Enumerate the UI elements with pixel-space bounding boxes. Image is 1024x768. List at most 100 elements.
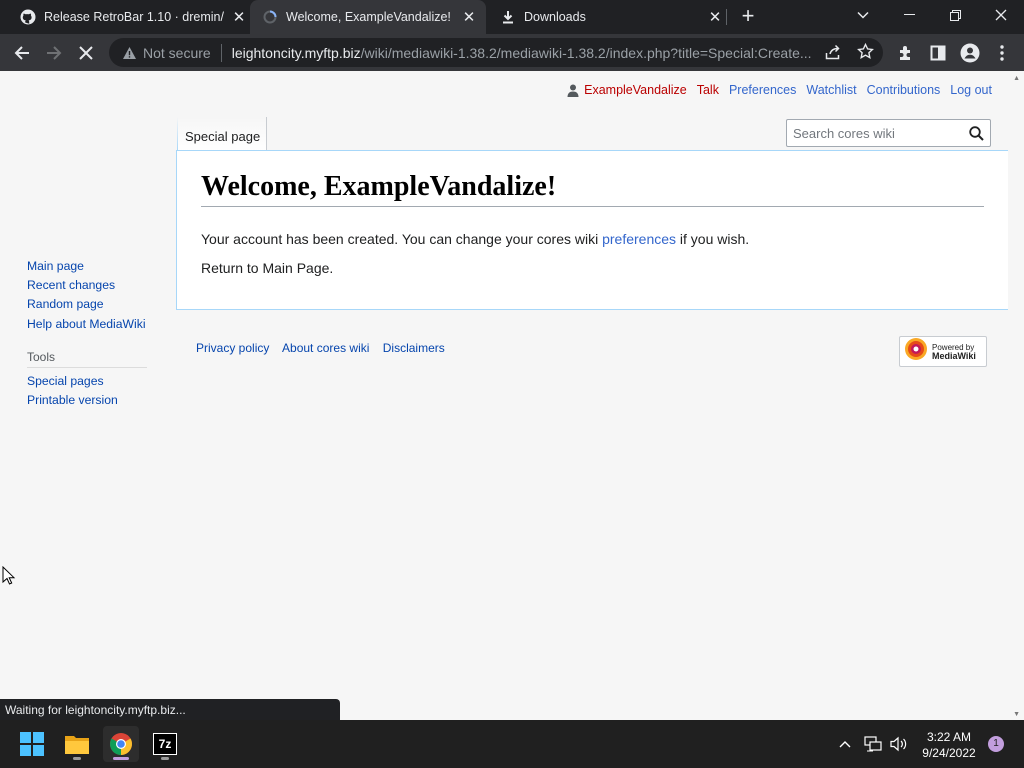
running-indicator <box>161 757 169 760</box>
sidebar-item-help[interactable]: Help about MediaWiki <box>27 315 147 334</box>
forward-arrow-icon[interactable] <box>40 39 68 67</box>
tab-title: Downloads <box>524 10 586 24</box>
tools-heading: Tools <box>27 350 147 368</box>
back-arrow-icon[interactable] <box>8 39 36 67</box>
sidebar-item-random-page[interactable]: Random page <box>27 295 147 314</box>
close-tab-icon[interactable]: ✕ <box>230 8 248 26</box>
sidebar-item-special-pages[interactable]: Special pages <box>27 372 147 391</box>
message-text: if you wish. <box>676 231 750 247</box>
page-viewport: ▲ ▼ ExampleVandalize Talk Preferences Wa… <box>0 71 1024 720</box>
scroll-up-arrow-icon[interactable]: ▲ <box>1013 75 1020 82</box>
chrome-button[interactable] <box>103 726 139 762</box>
windows-taskbar: 7z 3:22 AM 9/24/2022 1 <box>0 720 1024 768</box>
preferences-inline-link[interactable]: preferences <box>602 231 676 247</box>
close-tab-icon[interactable]: ✕ <box>706 8 724 26</box>
search-icon[interactable] <box>962 120 990 146</box>
network-icon[interactable] <box>862 734 884 754</box>
github-icon <box>20 9 36 25</box>
message-text: Your account has been created. You can c… <box>201 231 603 247</box>
mouse-cursor-icon <box>2 566 16 585</box>
browser-tab-strip: Release RetroBar 1.10 · dremin/R ✕ Welco… <box>0 0 1024 34</box>
user-page-link[interactable]: ExampleVandalize <box>584 83 687 97</box>
close-window-icon[interactable] <box>978 0 1024 30</box>
tab-special-page[interactable]: Special page <box>177 117 267 151</box>
message-text: . <box>329 260 334 276</box>
bookmark-star-icon[interactable] <box>857 42 874 63</box>
preferences-link[interactable]: Preferences <box>729 83 796 97</box>
footer-links: Privacy policy About cores wiki Disclaim… <box>196 341 455 355</box>
close-tab-icon[interactable]: ✕ <box>460 8 478 26</box>
disclaimers-link[interactable]: Disclaimers <box>383 341 445 355</box>
profile-avatar-icon[interactable] <box>956 39 984 67</box>
contributions-link[interactable]: Contributions <box>867 83 941 97</box>
body-content: Your account has been created. You can c… <box>201 230 749 288</box>
search-input[interactable]: Search cores wiki <box>786 119 991 147</box>
main-page-return-link[interactable]: Main Page <box>262 260 329 276</box>
page-title: Welcome, ExampleVandalize! <box>201 171 984 207</box>
sidebar-item-main-page[interactable]: Main page <box>27 257 147 276</box>
7zip-label: 7z <box>154 734 176 754</box>
extensions-puzzle-icon[interactable] <box>892 39 920 67</box>
file-explorer-icon <box>65 736 89 754</box>
search-placeholder: Search cores wiki <box>793 125 895 141</box>
url-host: leightoncity.myftp.biz <box>231 44 361 61</box>
not-secure-label: Not secure <box>143 44 211 61</box>
sidebar-item-recent-changes[interactable]: Recent changes <box>27 276 147 295</box>
clock-time: 3:22 AM <box>926 730 972 744</box>
mediawiki-logo-icon <box>904 337 928 366</box>
browser-toolbar: Not secure leightoncity.myftp.biz/wiki/m… <box>0 34 1024 71</box>
clock-date: 9/24/2022 <box>922 746 976 760</box>
omnibox-divider <box>220 43 222 62</box>
watchlist-link[interactable]: Watchlist <box>806 83 856 97</box>
warning-triangle-icon <box>121 45 137 61</box>
chrome-menu-icon[interactable] <box>988 39 1016 67</box>
chrome-icon <box>110 733 132 755</box>
active-indicator <box>113 757 129 760</box>
share-icon[interactable] <box>825 44 842 63</box>
tab-welcome[interactable]: Welcome, ExampleVandalize! - co ✕ <box>250 0 486 34</box>
sidebar-item-printable-version[interactable]: Printable version <box>27 391 147 410</box>
url-text[interactable]: leightoncity.myftp.biz/wiki/mediawiki-1.… <box>232 45 817 61</box>
powered-by-mediawiki-badge[interactable]: Powered by MediaWiki <box>899 336 987 367</box>
notification-count-badge[interactable]: 1 <box>988 736 1004 752</box>
content-area: Welcome, ExampleVandalize! Your account … <box>176 150 1008 310</box>
site-security-indicator[interactable]: Not secure <box>121 45 211 61</box>
tab-title: Release RetroBar 1.10 · dremin/R <box>44 10 224 24</box>
user-icon <box>567 84 579 97</box>
message-text: Return to <box>201 260 263 276</box>
account-created-message: Your account has been created. You can c… <box>201 230 749 249</box>
tab-search-chevron-icon[interactable] <box>840 0 886 30</box>
status-bubble: Waiting for leightoncity.myftp.biz... <box>0 699 340 720</box>
show-hidden-icons-chevron-icon[interactable] <box>836 734 854 754</box>
mediawiki-name: MediaWiki <box>932 350 976 361</box>
side-panel-icon[interactable] <box>924 39 952 67</box>
tab-title: Welcome, ExampleVandalize! - co <box>286 10 454 24</box>
restore-icon[interactable] <box>932 0 978 30</box>
system-clock[interactable]: 3:22 AM 9/24/2022 <box>915 729 983 761</box>
minimize-icon[interactable] <box>886 0 932 30</box>
address-bar[interactable]: Not secure leightoncity.myftp.biz/wiki/m… <box>109 38 883 67</box>
download-icon <box>500 9 516 25</box>
start-button[interactable] <box>14 726 50 762</box>
privacy-policy-link[interactable]: Privacy policy <box>196 341 269 355</box>
scroll-down-arrow-icon[interactable]: ▼ <box>1013 711 1020 718</box>
running-indicator <box>73 757 81 760</box>
talk-link[interactable]: Talk <box>697 83 719 97</box>
windows-start-icon <box>20 732 44 756</box>
about-wiki-link[interactable]: About cores wiki <box>282 341 369 355</box>
tab-downloads[interactable]: Downloads ✕ <box>488 0 724 34</box>
new-tab-button[interactable]: + <box>736 5 760 29</box>
7zip-button[interactable]: 7z <box>147 726 183 762</box>
powered-by-text: Powered by MediaWiki <box>932 343 976 361</box>
sidebar: Main page Recent changes Random page Hel… <box>27 257 147 410</box>
loading-spinner-icon <box>262 9 278 25</box>
7zip-icon: 7z <box>153 733 177 755</box>
volume-icon[interactable] <box>888 734 910 754</box>
personal-tools: ExampleVandalize Talk Preferences Watchl… <box>567 83 992 97</box>
logout-link[interactable]: Log out <box>950 83 992 97</box>
tab-separator <box>726 9 727 25</box>
tab-retrobar-release[interactable]: Release RetroBar 1.10 · dremin/R ✕ <box>8 0 248 34</box>
file-explorer-button[interactable] <box>59 726 95 762</box>
stop-loading-icon[interactable] <box>72 39 100 67</box>
return-message: Return to Main Page. <box>201 259 749 278</box>
